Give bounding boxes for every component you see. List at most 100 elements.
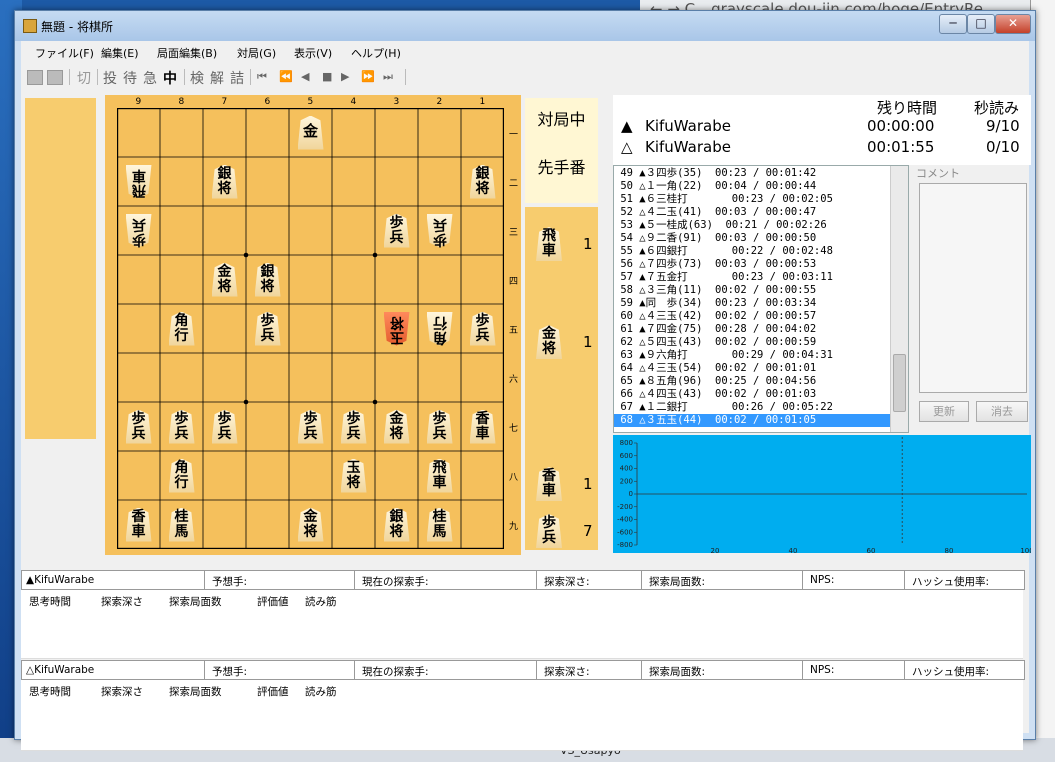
menu-position-edit[interactable]: 局面編集(B) [157,45,217,61]
kifu-row[interactable]: 62 △５四玉(43) 00:02 / 00:00:59 [614,336,890,349]
board-piece[interactable]: 歩兵 [338,409,368,445]
pv-column-header[interactable]: 探索深さ [101,594,143,609]
board-piece[interactable]: 歩兵 [209,409,239,445]
kifu-row[interactable]: 58 △３三角(11) 00:02 / 00:00:55 [614,284,890,297]
menu-edit[interactable]: 編集(E) [101,45,139,61]
menu-file[interactable]: ファイル(F) [35,45,94,61]
kifu-row[interactable]: 51 ▲６三桂打 00:23 / 00:02:05 [614,193,890,206]
back-button[interactable]: ◀ [301,70,309,83]
maximize-button[interactable]: □ [967,14,995,34]
kifu-list[interactable]: 49 ▲３四歩(35) 00:23 / 00:01:42 50 △１一角(22)… [613,165,909,433]
pv-column-header[interactable]: 探索局面数 [169,594,222,609]
kifu-row[interactable]: 57 ▲７五金打 00:23 / 00:03:11 [614,271,890,284]
gote-piece-stand[interactable] [25,98,96,439]
engine-pv-list[interactable] [21,612,1023,659]
board-piece[interactable]: 香車 [123,507,153,543]
board-piece[interactable]: 歩兵 [424,213,454,249]
board-piece[interactable]: 歩兵 [166,409,196,445]
board-piece[interactable]: 銀将 [467,164,497,200]
pv-column-header[interactable]: 探索局面数 [169,684,222,699]
resign-button[interactable]: 投 [103,68,117,88]
board-piece[interactable]: 金 [295,115,325,151]
menu-help[interactable]: ヘルプ(H) [351,45,401,61]
hand-piece[interactable]: 金将 [533,324,563,360]
open-icon[interactable] [27,70,43,85]
board-piece[interactable]: 香車 [467,409,497,445]
last-move-button[interactable]: ⏭ [383,70,393,84]
kifu-row[interactable]: 55 ▲６四銀打 00:22 / 00:02:48 [614,245,890,258]
close-button[interactable]: ✕ [995,14,1031,34]
pv-column-header[interactable]: 評価値 [257,684,289,699]
engine-pv-list[interactable] [21,702,1023,751]
kifu-row[interactable]: 66 △４四玉(43) 00:02 / 00:01:03 [614,388,890,401]
hand-piece[interactable]: 飛車 [533,226,563,262]
board-piece[interactable]: 銀将 [381,507,411,543]
board-piece[interactable]: 桂馬 [166,507,196,543]
board-piece[interactable]: 金将 [295,507,325,543]
kifu-row[interactable]: 60 △４三玉(42) 00:02 / 00:00:57 [614,310,890,323]
kifu-row[interactable]: 68 △３五玉(44) 00:02 / 00:01:05 [614,414,890,427]
disconnect-button[interactable]: 切 [77,68,91,88]
kifu-row[interactable]: 50 △１一角(22) 00:04 / 00:00:44 [614,180,890,193]
board-piece[interactable]: 歩兵 [252,311,282,347]
solve-button[interactable]: 解 [210,68,224,88]
kifu-row[interactable]: 49 ▲３四歩(35) 00:23 / 00:01:42 [614,167,890,180]
board-piece[interactable]: 歩兵 [123,409,153,445]
update-button[interactable]: 更新 [919,401,969,422]
pv-column-header[interactable]: 評価値 [257,594,289,609]
kifu-row[interactable]: 64 △４三玉(54) 00:02 / 00:01:01 [614,362,890,375]
kifu-row[interactable]: 56 △７四歩(73) 00:03 / 00:00:53 [614,258,890,271]
board-piece[interactable]: 角行 [166,311,196,347]
back-ten-button[interactable]: ⏪ [279,70,293,83]
kifu-row[interactable]: 59 ▲同 歩(34) 00:23 / 00:03:34 [614,297,890,310]
undo-button[interactable]: 待 [123,68,137,88]
board-piece[interactable]: 歩兵 [424,409,454,445]
board-piece[interactable]: 玉将 [338,458,368,494]
board-piece[interactable]: 角行 [166,458,196,494]
menu-view[interactable]: 表示(V) [294,45,332,61]
kifu-row[interactable]: 52 △４二玉(41) 00:03 / 00:00:47 [614,206,890,219]
kifu-row[interactable]: 67 ▲１二銀打 00:26 / 00:05:22 [614,401,890,414]
kifu-scroll-thumb[interactable] [893,354,906,412]
hand-piece[interactable]: 歩兵 [533,513,563,549]
interrupt-button[interactable]: 中 [163,68,177,88]
board-piece[interactable]: 銀将 [209,164,239,200]
kifu-row[interactable]: 53 ▲５一桂成(63) 00:21 / 00:02:26 [614,219,890,232]
hand-piece[interactable]: 香車 [533,466,563,502]
kifu-scrollbar[interactable] [890,166,908,432]
menu-game[interactable]: 対局(G) [237,45,276,61]
move-now-button[interactable]: 急 [143,68,157,88]
board-piece[interactable]: 角行 [424,311,454,347]
forward-ten-button[interactable]: ⏩ [361,70,375,83]
pv-column-header[interactable]: 思考時間 [29,684,71,699]
pv-column-header[interactable]: 思考時間 [29,594,71,609]
board-piece[interactable]: 飛車 [424,458,454,494]
board-piece[interactable]: 歩兵 [467,311,497,347]
mate-button[interactable]: 詰 [230,68,244,88]
board-piece[interactable]: 銀将 [252,262,282,298]
board-piece[interactable]: 桂馬 [424,507,454,543]
board-piece[interactable]: 歩兵 [123,213,153,249]
pv-column-header[interactable]: 探索深さ [101,684,143,699]
stop-button[interactable]: ■ [322,70,332,83]
comment-textbox[interactable] [919,183,1027,393]
pv-column-header[interactable]: 読み筋 [305,594,337,609]
forward-button[interactable]: ▶ [341,70,349,83]
save-icon[interactable] [47,70,63,85]
kifu-row[interactable]: 54 △９二香(91) 00:03 / 00:00:50 [614,232,890,245]
board-piece[interactable]: 金将 [209,262,239,298]
minimize-button[interactable]: ─ [939,14,967,34]
kifu-row[interactable]: 63 ▲９六角打 00:29 / 00:04:31 [614,349,890,362]
first-move-button[interactable]: ⏮ [257,70,267,84]
board-piece[interactable]: 飛車 [123,164,153,200]
analyze-button[interactable]: 検 [190,68,204,88]
evaluation-graph[interactable]: 800 600 400 200 0 -200 -400 -600 -800 20 40 60 80 100 [613,435,1031,553]
board-piece[interactable]: 金将 [381,409,411,445]
pv-column-header[interactable]: 読み筋 [305,684,337,699]
kifu-row[interactable]: 65 ▲８五角(96) 00:25 / 00:04:56 [614,375,890,388]
board-piece[interactable]: 歩兵 [381,213,411,249]
clear-button[interactable]: 消去 [976,401,1028,422]
kifu-row[interactable]: 61 ▲７四金(75) 00:28 / 00:04:02 [614,323,890,336]
board-piece[interactable]: 歩兵 [295,409,325,445]
board-piece[interactable]: 玉将 [381,311,411,347]
